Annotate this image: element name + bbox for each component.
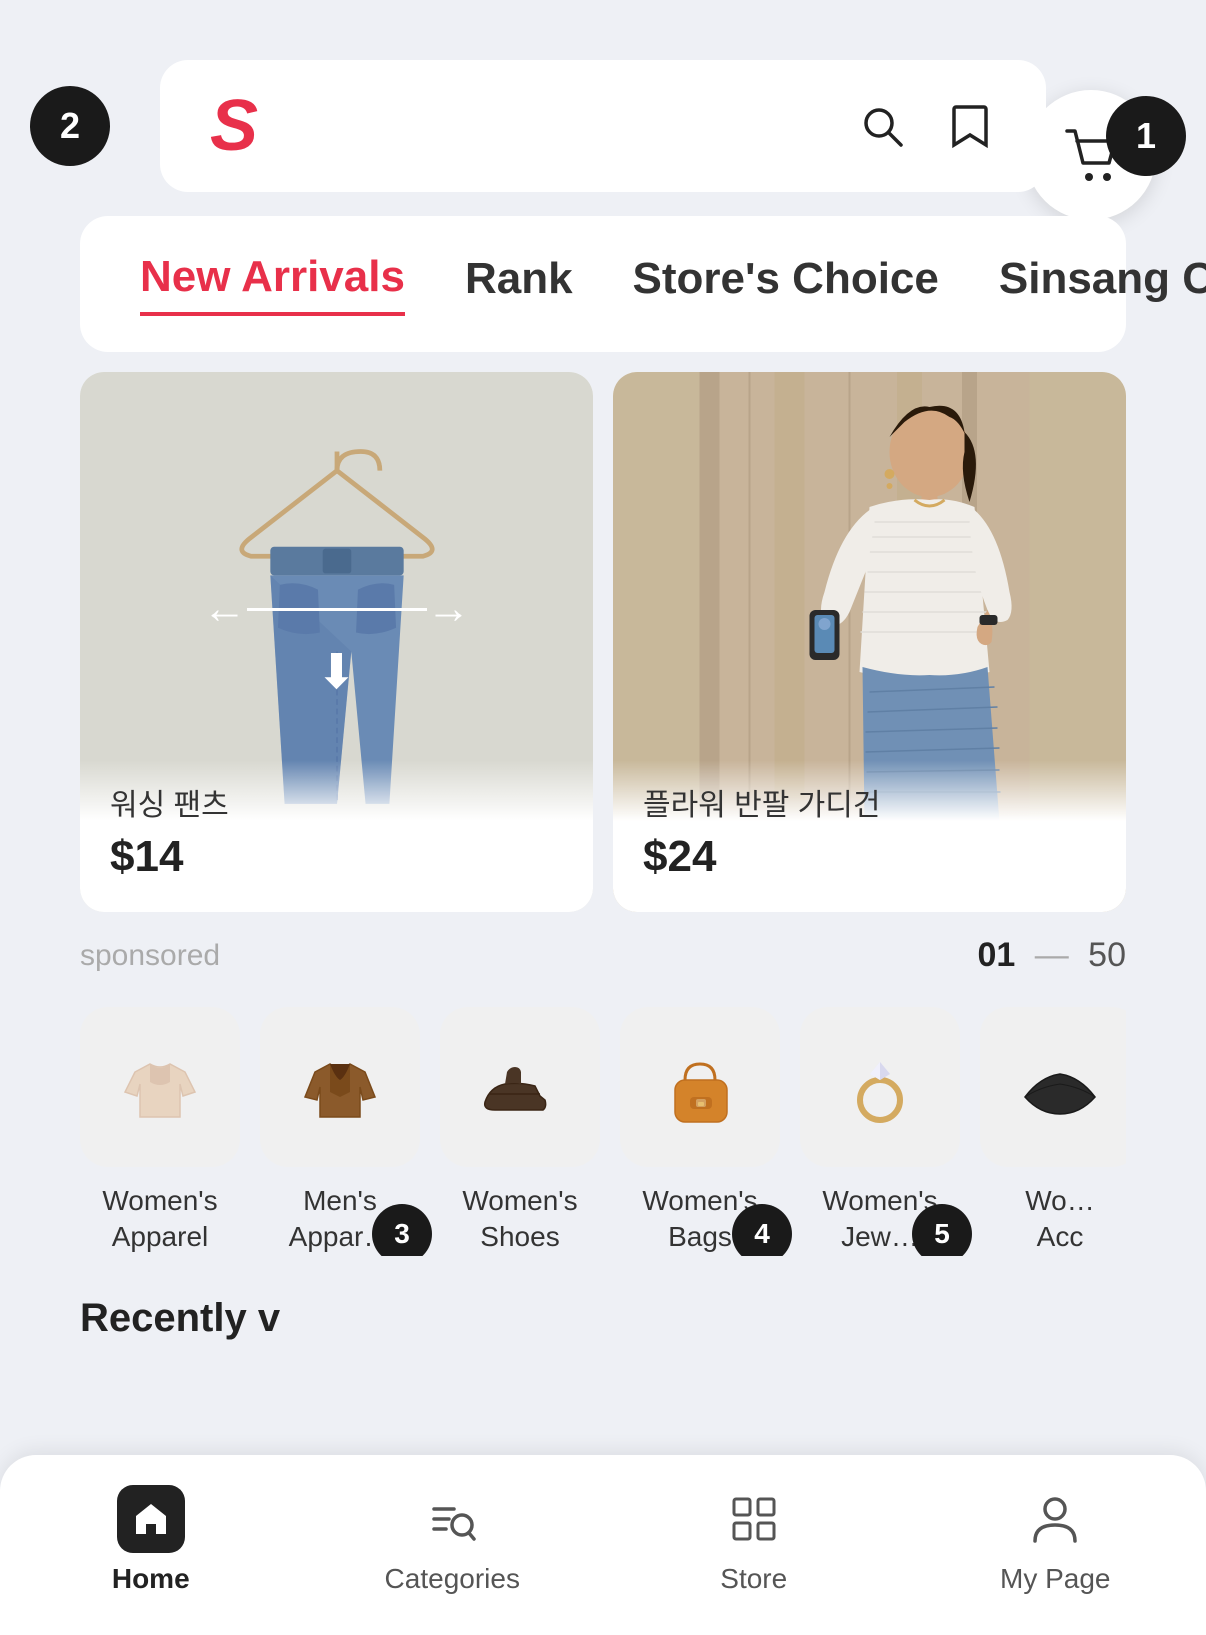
cart-badge: 1 <box>1106 96 1186 176</box>
categories-icon <box>418 1485 486 1553</box>
product-name-1: 워싱 팬츠 <box>110 780 563 824</box>
product-name-2: 플라워 반팔 가디건 <box>643 780 1096 824</box>
recently-section: Recently v <box>80 1296 1126 1341</box>
nav-categories-label: Categories <box>385 1563 520 1595</box>
recently-label: Recently v <box>80 1296 280 1340</box>
category-womens-acc[interactable]: Wo…Acc <box>980 1007 1126 1256</box>
sponsored-row: sponsored 01 — 50 <box>80 936 1126 975</box>
search-button[interactable] <box>856 100 908 152</box>
tab-rank[interactable]: Rank <box>465 254 573 314</box>
womens-acc-icon <box>980 1007 1126 1167</box>
category-womens-apparel[interactable]: Women'sApparel <box>80 1007 240 1256</box>
womens-jewelry-icon <box>800 1007 960 1167</box>
nav-store-label: Store <box>720 1563 787 1595</box>
tab-new-arrivals[interactable]: New Arrivals <box>140 252 405 316</box>
category-label-womens-shoes: Women'sShoes <box>462 1183 577 1256</box>
tab-sinsang-c[interactable]: Sinsang C <box>999 254 1206 314</box>
categories-row: Women'sApparel Men'sAppar… 3 Women'sShoe… <box>80 1007 1126 1256</box>
category-womens-jewelry[interactable]: Women'sJew… 5 <box>800 1007 960 1256</box>
store-icon <box>720 1485 788 1553</box>
nav-store[interactable]: Store <box>603 1485 905 1595</box>
tab-stores-choice[interactable]: Store's Choice <box>633 254 939 314</box>
pagination-current: 01 <box>977 936 1015 974</box>
product-info-1: 워싱 팬츠 $14 <box>80 760 593 912</box>
tabs-bar: New Arrivals Rank Store's Choice Sinsang… <box>80 216 1126 352</box>
mypage-icon <box>1021 1485 1089 1553</box>
size-arrows: ← → ⬇ <box>203 584 471 700</box>
nav-mypage[interactable]: My Page <box>905 1485 1206 1595</box>
pagination: 01 — 50 <box>977 936 1126 975</box>
mens-apparel-icon <box>260 1007 420 1167</box>
home-icon <box>117 1485 185 1553</box>
category-label-womens-apparel: Women'sApparel <box>102 1183 217 1256</box>
product-card-2[interactable]: 플라워 반팔 가디건 $24 <box>613 372 1126 912</box>
category-mens-apparel[interactable]: Men'sAppar… 3 <box>260 1007 420 1256</box>
category-womens-shoes[interactable]: Women'sShoes <box>440 1007 600 1256</box>
womens-bags-icon <box>620 1007 780 1167</box>
products-area: 워싱 팬츠 $14 ← → ⬇ <box>80 372 1126 912</box>
nav-mypage-label: My Page <box>1000 1563 1111 1595</box>
bookmark-button[interactable] <box>944 100 996 152</box>
badge-5: 5 <box>912 1204 972 1256</box>
bottom-nav: Home Categories Store <box>0 1455 1206 1635</box>
nav-home-label: Home <box>112 1563 190 1595</box>
tab-badge: 2 <box>30 86 110 166</box>
pagination-separator: — <box>1035 936 1069 974</box>
product-price-2: $24 <box>643 832 1096 882</box>
category-label-womens-acc: Wo…Acc <box>1025 1183 1095 1256</box>
category-womens-bags[interactable]: Women'sBags 4 <box>620 1007 780 1256</box>
product-price-1: $14 <box>110 832 563 882</box>
pagination-total: 50 <box>1088 936 1126 974</box>
product-card-1[interactable]: 워싱 팬츠 $14 ← → ⬇ <box>80 372 593 912</box>
badge-3: 3 <box>372 1204 432 1256</box>
nav-home[interactable]: Home <box>0 1485 302 1595</box>
sponsored-label: sponsored <box>80 939 220 973</box>
womens-shoes-icon <box>440 1007 600 1167</box>
badge-4: 4 <box>732 1204 792 1256</box>
product-info-2: 플라워 반팔 가디건 $24 <box>613 760 1126 912</box>
nav-categories[interactable]: Categories <box>302 1485 604 1595</box>
app-logo: S <box>210 90 258 162</box>
womens-apparel-icon <box>80 1007 240 1167</box>
header: S <box>160 60 1046 192</box>
header-icons <box>856 100 996 152</box>
